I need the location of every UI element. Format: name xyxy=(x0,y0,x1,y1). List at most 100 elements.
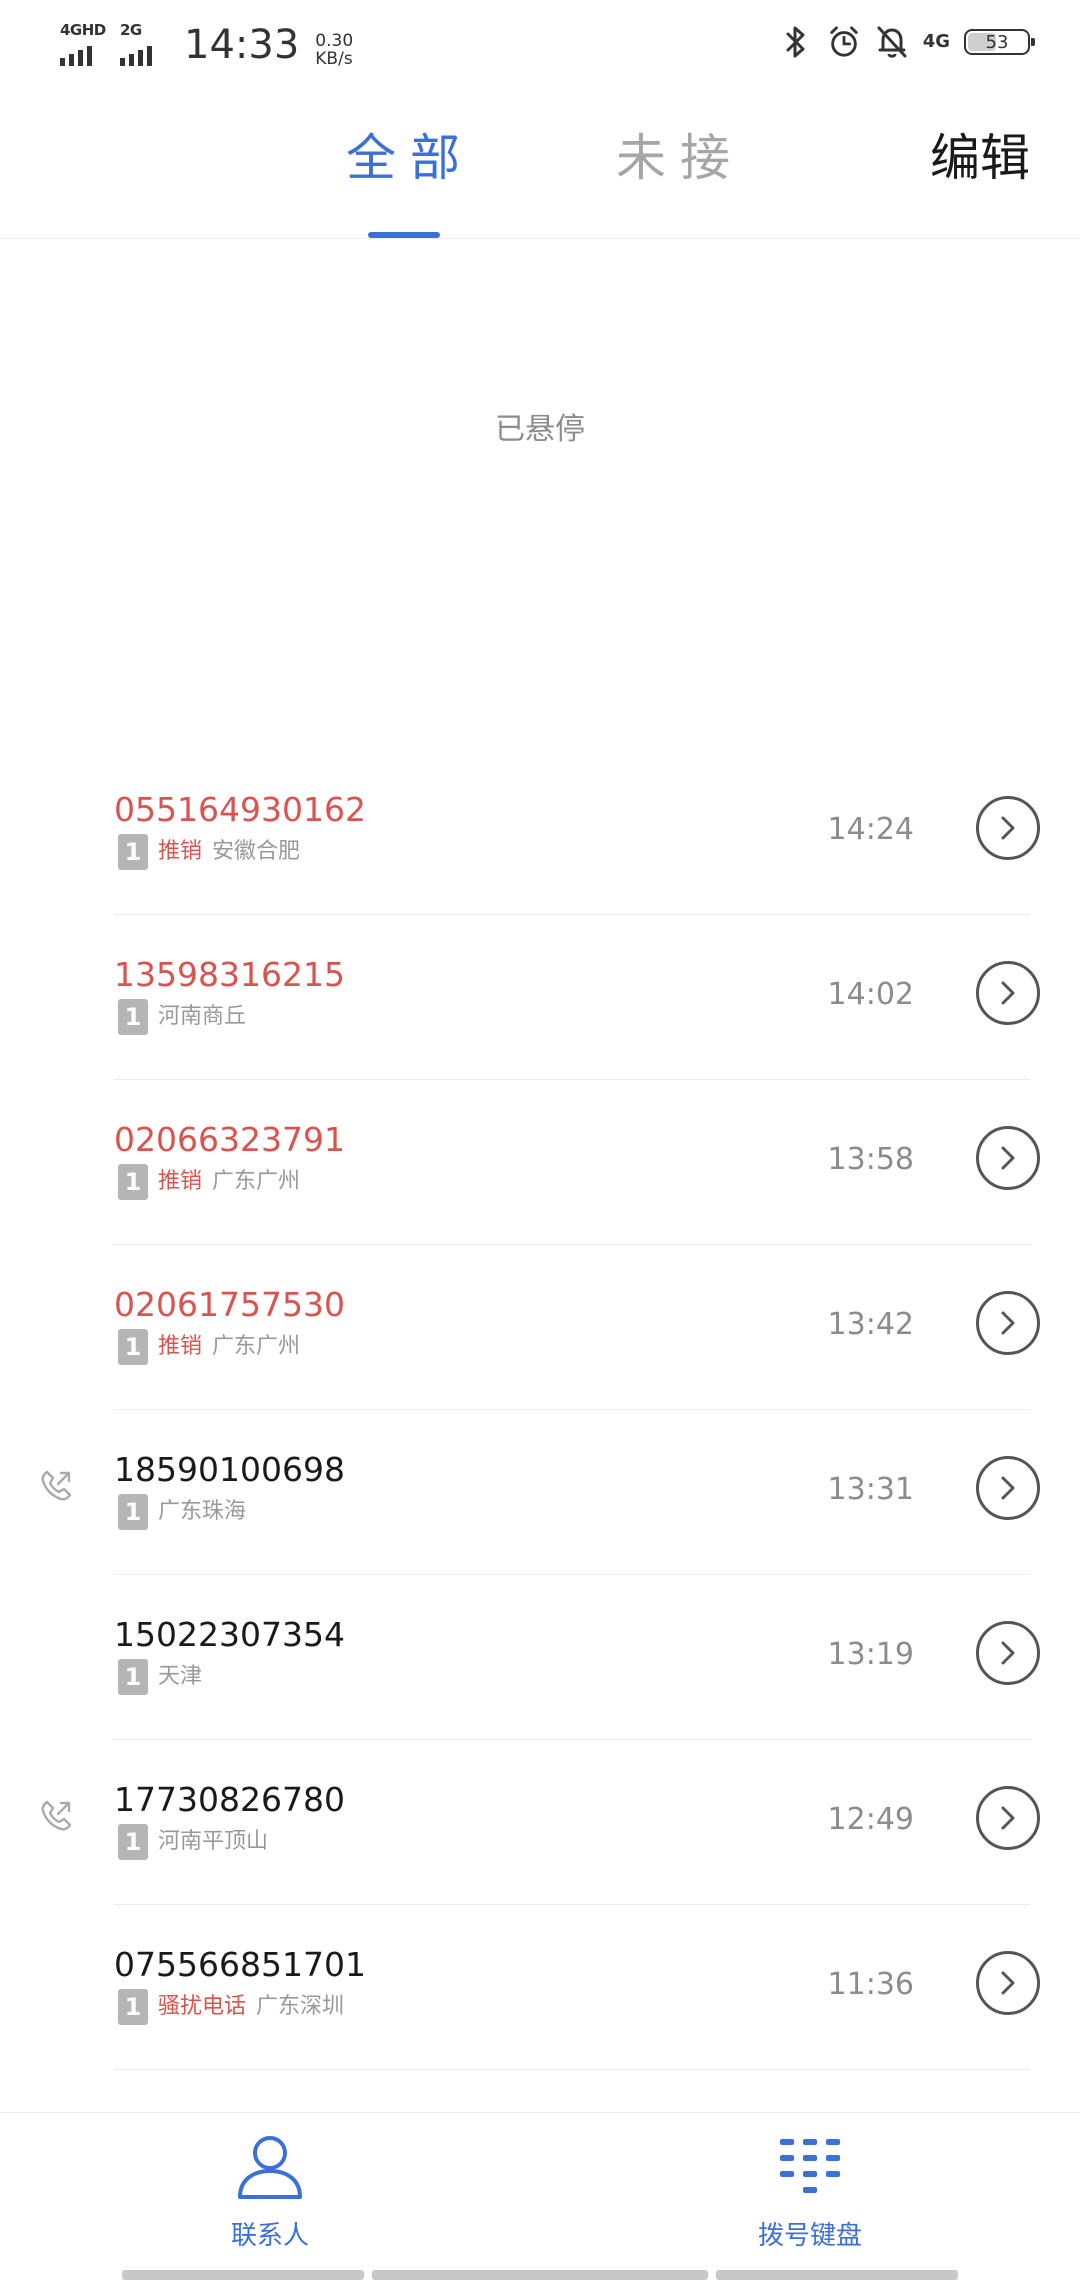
sim-card-badge: 1 xyxy=(118,834,148,870)
sim1-network-label: 4GHD xyxy=(60,21,106,39)
network-speed-unit: KB/s xyxy=(315,49,353,69)
phone-number: 075566851701 xyxy=(114,1945,366,1984)
number-location: 广东珠海 xyxy=(158,1499,247,1524)
sim2-signal-icon: 2G xyxy=(118,22,168,68)
chevron-right-icon xyxy=(1001,1311,1015,1335)
call-log-row[interactable]: 17730826780 1 河南平顶山 12:49 xyxy=(0,1740,1080,1905)
nav-contacts-label: 联系人 xyxy=(230,2221,309,2251)
dialpad-icon xyxy=(780,2139,840,2193)
chevron-right-icon xyxy=(1001,981,1015,1005)
call-detail-button[interactable] xyxy=(976,796,1040,860)
call-time: 13:58 xyxy=(827,1142,914,1177)
sim-card-badge: 1 xyxy=(118,1824,148,1860)
bottom-navigation: 联系人 拨号键盘 xyxy=(0,2112,1080,2281)
call-detail-button[interactable] xyxy=(976,1951,1040,2015)
battery-level: 53 xyxy=(985,31,1009,53)
call-info: 1 推销 安徽合肥 xyxy=(118,834,300,870)
row-divider xyxy=(114,2069,1030,2070)
call-info: 1 骚扰电话 广东深圳 xyxy=(118,1989,344,2025)
call-detail-button[interactable] xyxy=(976,1456,1040,1520)
call-tag: 推销 xyxy=(158,1334,203,1359)
call-time: 14:24 xyxy=(827,812,914,847)
nav-dialpad-label: 拨号键盘 xyxy=(757,2221,862,2251)
chevron-right-icon xyxy=(1001,1146,1015,1170)
chevron-right-icon xyxy=(1001,1971,1015,1995)
phone-number: 055164930162 xyxy=(114,790,366,829)
sim-card-badge: 1 xyxy=(118,999,148,1035)
call-log-row[interactable]: 075566851701 1 骚扰电话 广东深圳 11:36 xyxy=(0,1905,1080,2070)
battery-icon: 53 xyxy=(964,29,1035,55)
tab-missed[interactable]: 未接 xyxy=(616,128,744,188)
nav-contacts[interactable]: 联系人 xyxy=(160,2127,380,2252)
call-log-row[interactable]: 18590100698 1 广东珠海 13:31 xyxy=(0,1410,1080,1575)
call-detail-button[interactable] xyxy=(976,1126,1040,1190)
phone-number: 02061757530 xyxy=(114,1285,345,1324)
mobile-data-label: 4G xyxy=(922,31,950,52)
outgoing-call-icon xyxy=(38,1468,78,1508)
number-location: 天津 xyxy=(158,1664,203,1689)
call-list: 055164930162 1 推销 安徽合肥 14:24 13598316215… xyxy=(0,750,1080,2070)
phone-number: 15022307354 xyxy=(114,1615,345,1654)
number-location: 河南商丘 xyxy=(158,1004,247,1029)
chevron-right-icon xyxy=(1001,1806,1015,1830)
chevron-right-icon xyxy=(1001,816,1015,840)
call-detail-button[interactable] xyxy=(976,1291,1040,1355)
tab-selected-indicator xyxy=(368,232,440,238)
paused-text: 已悬停 xyxy=(495,412,585,447)
number-location: 广东广州 xyxy=(212,1169,301,1194)
sim-card-badge: 1 xyxy=(118,1659,148,1695)
call-detail-button[interactable] xyxy=(976,1621,1040,1685)
call-log-row[interactable]: 13598316215 1 河南商丘 14:02 xyxy=(0,915,1080,1080)
call-info: 1 河南平顶山 xyxy=(118,1824,268,1860)
sim-card-badge: 1 xyxy=(118,1989,148,2025)
call-tag: 骚扰电话 xyxy=(158,1994,247,2019)
call-tag: 推销 xyxy=(158,1169,203,1194)
alarm-icon xyxy=(827,24,861,60)
edit-button[interactable]: 编辑 xyxy=(930,128,1030,188)
call-time: 14:02 xyxy=(827,977,914,1012)
network-speed-value: 0.30 xyxy=(315,31,354,51)
sim2-network-label: 2G xyxy=(120,21,142,39)
gesture-bar xyxy=(122,2270,364,2280)
status-bar: 4GHD 2G 14:33 0.30 KB/s 4G 53 xyxy=(0,0,1080,84)
call-log-row[interactable]: 055164930162 1 推销 安徽合肥 14:24 xyxy=(0,750,1080,915)
call-time: 13:31 xyxy=(827,1472,914,1507)
gesture-bar xyxy=(372,2270,708,2280)
call-detail-button[interactable] xyxy=(976,961,1040,1025)
chevron-right-icon xyxy=(1001,1476,1015,1500)
number-location: 广东深圳 xyxy=(256,1994,345,2019)
phone-number: 02066323791 xyxy=(114,1120,345,1159)
number-location: 河南平顶山 xyxy=(158,1829,269,1854)
phone-number: 13598316215 xyxy=(114,955,345,994)
call-log-row[interactable]: 15022307354 1 天津 13:19 xyxy=(0,1575,1080,1740)
call-info: 1 推销 广东广州 xyxy=(118,1164,300,1200)
phone-number: 18590100698 xyxy=(114,1450,345,1489)
gesture-bar xyxy=(716,2270,958,2280)
call-tag: 推销 xyxy=(158,839,203,864)
network-speed: 0.30 KB/s xyxy=(315,32,353,68)
call-info: 1 天津 xyxy=(118,1659,202,1695)
outgoing-call-icon xyxy=(38,1798,78,1838)
call-info: 1 河南商丘 xyxy=(118,999,246,1035)
sim1-signal-icon: 4GHD xyxy=(58,22,108,68)
status-time: 14:33 xyxy=(184,22,300,68)
phone-number: 17730826780 xyxy=(114,1780,345,1819)
call-info: 1 推销 广东广州 xyxy=(118,1329,300,1365)
sim-card-badge: 1 xyxy=(118,1164,148,1200)
sim-card-badge: 1 xyxy=(118,1329,148,1365)
number-location: 安徽合肥 xyxy=(212,839,301,864)
call-info: 1 广东珠海 xyxy=(118,1494,246,1530)
bluetooth-icon xyxy=(779,24,813,60)
chevron-right-icon xyxy=(1001,1641,1015,1665)
call-time: 13:19 xyxy=(827,1637,914,1672)
call-time: 12:49 xyxy=(827,1802,914,1837)
call-detail-button[interactable] xyxy=(976,1786,1040,1850)
sim-card-badge: 1 xyxy=(118,1494,148,1530)
call-log-row[interactable]: 02066323791 1 推销 广东广州 13:58 xyxy=(0,1080,1080,1245)
call-time: 13:42 xyxy=(827,1307,914,1342)
call-time: 11:36 xyxy=(827,1967,914,2002)
call-log-row[interactable]: 02061757530 1 推销 广东广州 13:42 xyxy=(0,1245,1080,1410)
tab-all[interactable]: 全部 xyxy=(346,128,474,188)
call-log-tabs: 全部 未接 编辑 xyxy=(0,84,1080,239)
nav-dialpad[interactable]: 拨号键盘 xyxy=(700,2127,920,2252)
